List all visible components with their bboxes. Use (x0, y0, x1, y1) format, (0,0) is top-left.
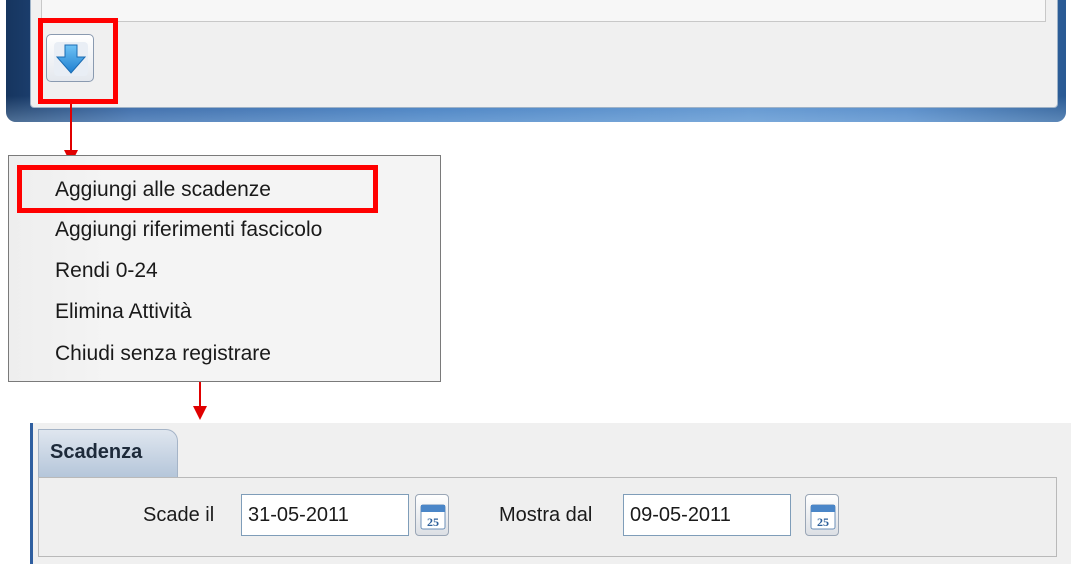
window-content (30, 0, 1058, 108)
mostra-dal-calendar-button[interactable]: 25 (805, 494, 839, 536)
scade-il-field[interactable] (241, 494, 409, 536)
menu-item-aggiungi-riferimenti[interactable]: Aggiungi riferimenti fascicolo (55, 216, 322, 244)
tab-scadenza[interactable]: Scadenza (38, 429, 178, 477)
svg-text:25: 25 (427, 515, 439, 529)
scade-il-calendar-button[interactable]: 25 (415, 494, 449, 536)
scade-il-label: Scade il (143, 504, 215, 526)
panel-left-border (30, 423, 33, 564)
svg-text:25: 25 (817, 515, 829, 529)
arrow-down-icon (54, 42, 88, 76)
scadenza-fieldset: Scade il 25 Mostra dal 25 (38, 477, 1057, 557)
mostra-dal-label: Mostra dal (499, 504, 593, 526)
menu-item-elimina-attivita[interactable]: Elimina Attività (55, 298, 192, 326)
actions-menu-button[interactable] (46, 34, 94, 82)
menu-item-chiudi-senza-registrare[interactable]: Chiudi senza registrare (55, 340, 271, 368)
calendar-icon: 25 (420, 504, 446, 530)
context-menu: Aggiungi alle scadenze Aggiungi riferime… (8, 155, 441, 382)
calendar-icon: 25 (810, 504, 836, 530)
list-area-bottom (41, 0, 1046, 22)
mostra-dal-field[interactable] (623, 494, 791, 536)
menu-item-rendi-0-24[interactable]: Rendi 0-24 (55, 257, 158, 285)
menu-item-aggiungi-scadenze[interactable]: Aggiungi alle scadenze (55, 176, 271, 204)
